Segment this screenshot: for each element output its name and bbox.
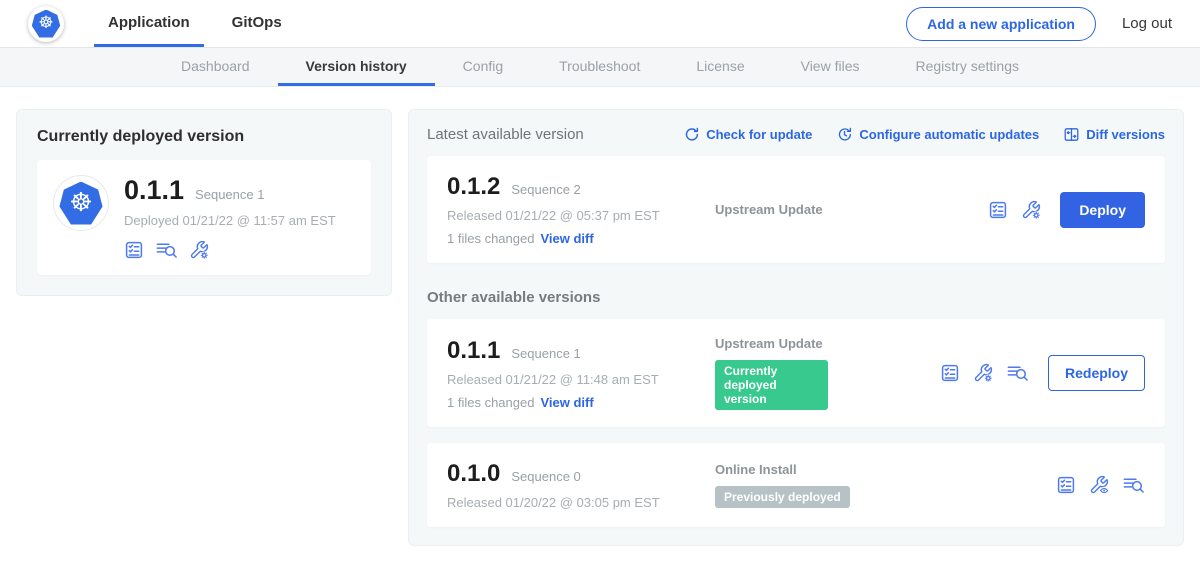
logs-search-icon[interactable]	[155, 240, 178, 260]
topnav-spacer	[310, 0, 906, 47]
version-row-actions: Deploy	[988, 192, 1145, 228]
subtab-view-files-label: View files	[801, 58, 860, 74]
view-diff-link[interactable]: View diff	[540, 395, 593, 410]
subtab-registry-settings[interactable]: Registry settings	[888, 48, 1047, 86]
available-versions-panel: Latest available version Check for updat…	[408, 109, 1184, 546]
subtab-troubleshoot[interactable]: Troubleshoot	[531, 48, 668, 86]
available-versions-header: Latest available version Check for updat…	[427, 126, 1165, 143]
currently-deployed-panel: Currently deployed version ☸ 0.1.1 Seque…	[16, 109, 392, 296]
version-row-actions	[1056, 475, 1145, 495]
subtab-license[interactable]: License	[668, 48, 772, 86]
diff-versions-label: Diff versions	[1086, 127, 1165, 142]
subtab-license-label: License	[696, 58, 744, 74]
version-source: Upstream Update Currently deployed versi…	[699, 336, 828, 410]
diff-columns-icon	[1063, 126, 1080, 143]
other-versions-title: Other available versions	[427, 289, 1165, 306]
kubernetes-helm-wheel-icon: ☸	[32, 10, 61, 38]
wrench-gear-icon[interactable]	[189, 240, 209, 260]
checklist-icon[interactable]	[1056, 475, 1076, 495]
refresh-icon	[683, 126, 700, 143]
logs-search-icon[interactable]	[1122, 475, 1145, 495]
deployed-version-number: 0.1.1	[124, 175, 184, 206]
wrench-gear-icon[interactable]	[1021, 200, 1041, 220]
deploy-button[interactable]: Deploy	[1060, 192, 1145, 228]
diff-versions-link[interactable]: Diff versions	[1063, 126, 1165, 143]
view-diff-link[interactable]: View diff	[540, 231, 593, 246]
currently-deployed-badge: Currently deployed version	[715, 360, 828, 410]
previously-deployed-badge: Previously deployed	[715, 486, 850, 508]
wrench-eye-icon[interactable]	[1089, 475, 1109, 495]
released-timestamp: Released 01/21/22 @ 11:48 am EST	[447, 372, 699, 387]
source-label: Upstream Update	[715, 336, 828, 351]
subtab-troubleshoot-label: Troubleshoot	[559, 58, 640, 74]
version-row-0-1-2: 0.1.2 Sequence 2 Released 01/21/22 @ 05:…	[427, 156, 1165, 263]
redeploy-button[interactable]: Redeploy	[1048, 355, 1145, 391]
check-for-update-link[interactable]: Check for update	[683, 126, 812, 143]
sequence-label: Sequence 0	[511, 469, 580, 484]
source-label: Upstream Update	[715, 202, 852, 217]
tab-gitops-label: GitOps	[232, 14, 282, 31]
sequence-label: Sequence 1	[511, 346, 580, 361]
app-section-tabs: Dashboard Version history Config Trouble…	[0, 47, 1200, 87]
logout-button[interactable]: Log out	[1122, 15, 1172, 32]
version-actions: Check for update Configure automatic upd…	[683, 126, 1165, 143]
version-info: 0.1.0 Sequence 0 Released 01/20/22 @ 03:…	[447, 460, 699, 510]
wrench-gear-icon[interactable]	[973, 363, 993, 383]
subtab-view-files[interactable]: View files	[773, 48, 888, 86]
tab-application[interactable]: Application	[94, 0, 204, 47]
deployed-version-info: 0.1.1 Sequence 1 Deployed 01/21/22 @ 11:…	[124, 175, 336, 260]
deployed-sequence-label: Sequence 1	[195, 187, 264, 202]
version-row-0-1-0: 0.1.0 Sequence 0 Released 01/20/22 @ 03:…	[427, 443, 1165, 527]
version-number: 0.1.1	[447, 337, 500, 365]
subtab-config-label: Config	[463, 58, 503, 74]
kubernetes-helm-wheel-icon: ☸	[59, 182, 103, 225]
source-label: Online Install	[715, 462, 886, 477]
version-history-page: Currently deployed version ☸ 0.1.1 Seque…	[0, 87, 1200, 564]
check-for-update-label: Check for update	[706, 127, 812, 142]
version-row-0-1-1: 0.1.1 Sequence 1 Released 01/21/22 @ 11:…	[427, 319, 1165, 427]
version-info: 0.1.1 Sequence 1 Released 01/21/22 @ 11:…	[447, 337, 699, 410]
subtab-dashboard-label: Dashboard	[181, 58, 250, 74]
configure-automatic-updates-label: Configure automatic updates	[859, 127, 1039, 142]
add-new-application-button[interactable]: Add a new application	[906, 7, 1096, 41]
tab-application-label: Application	[108, 14, 190, 31]
configure-automatic-updates-link[interactable]: Configure automatic updates	[836, 126, 1039, 143]
version-info: 0.1.2 Sequence 2 Released 01/21/22 @ 05:…	[447, 173, 699, 246]
tab-gitops[interactable]: GitOps	[218, 0, 296, 47]
version-source: Upstream Update	[699, 202, 852, 217]
version-number: 0.1.0	[447, 460, 500, 488]
subtab-version-history[interactable]: Version history	[278, 48, 435, 86]
checklist-icon[interactable]	[988, 200, 1008, 220]
deployed-version-card: ☸ 0.1.1 Sequence 1 Deployed 01/21/22 @ 1…	[37, 160, 371, 275]
subtab-config[interactable]: Config	[435, 48, 531, 86]
released-timestamp: Released 01/20/22 @ 03:05 pm EST	[447, 495, 699, 510]
version-row-actions: Redeploy	[940, 355, 1145, 391]
released-timestamp: Released 01/21/22 @ 05:37 pm EST	[447, 208, 699, 223]
kubernetes-logo-circle: ☸	[28, 6, 64, 42]
deployed-action-icons	[124, 240, 336, 260]
clock-refresh-icon	[836, 126, 853, 143]
latest-available-title: Latest available version	[427, 126, 584, 143]
currently-deployed-title: Currently deployed version	[37, 128, 371, 146]
top-navigation-bar: ☸ Application GitOps Add a new applicati…	[0, 0, 1200, 47]
deployed-timestamp: Deployed 01/21/22 @ 11:57 am EST	[124, 213, 336, 228]
subtab-version-history-label: Version history	[306, 58, 407, 74]
files-changed-label: 1 files changed	[447, 395, 534, 410]
files-changed-label: 1 files changed	[447, 231, 534, 246]
checklist-icon[interactable]	[124, 240, 144, 260]
version-source: Online Install Previously deployed	[699, 462, 886, 508]
checklist-icon[interactable]	[940, 363, 960, 383]
kubernetes-app-logo: ☸	[53, 175, 109, 231]
app-logo: ☸	[28, 0, 64, 47]
subtab-dashboard[interactable]: Dashboard	[153, 48, 278, 86]
subtab-registry-settings-label: Registry settings	[916, 58, 1019, 74]
logs-search-icon[interactable]	[1006, 363, 1029, 383]
sequence-label: Sequence 2	[511, 182, 580, 197]
version-number: 0.1.2	[447, 173, 500, 201]
